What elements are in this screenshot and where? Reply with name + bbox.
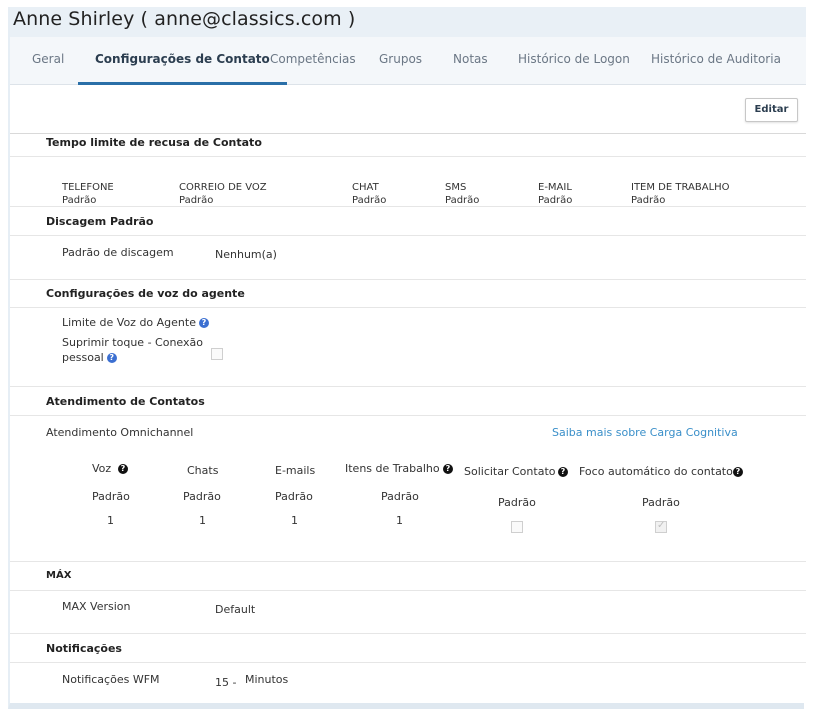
work-items-column-header: Itens de Trabalho	[345, 462, 440, 475]
voice-default: Padrão	[92, 490, 130, 503]
divider	[10, 662, 806, 663]
suppress-ring-row: pessoal?	[62, 351, 117, 364]
dialing-pattern-label: Padrão de discagem	[62, 246, 174, 259]
divider	[10, 386, 806, 387]
wfm-notifications-value: 15 -	[215, 676, 237, 689]
help-circle-icon[interactable]: ?	[199, 318, 209, 328]
voice-column-header: Voz	[92, 462, 112, 475]
tab-general[interactable]: Geral	[32, 37, 64, 85]
tab-notes[interactable]: Notas	[453, 37, 488, 85]
request-contact-header: Solicitar Contato	[464, 465, 556, 478]
title-bar: Anne Shirley ( anne@classics.com )	[10, 7, 806, 37]
page-title: Anne Shirley ( anne@classics.com )	[13, 8, 356, 30]
edit-button[interactable]: Editar	[745, 98, 798, 122]
chats-value: 1	[199, 514, 206, 527]
divider	[10, 206, 806, 207]
chats-default: Padrão	[183, 490, 221, 503]
help-circle-icon[interactable]: ?	[443, 464, 453, 474]
help-circle-icon[interactable]: ?	[118, 464, 128, 474]
contact-settings-panel: Anne Shirley ( anne@classics.com ) Geral…	[8, 7, 806, 709]
toolbar: Editar	[10, 85, 806, 134]
work-items-default: Padrão	[381, 490, 419, 503]
cognitive-load-link[interactable]: Saiba mais sobre Carga Cognitiva	[552, 426, 738, 439]
wfm-notifications-label: Notificações WFM	[62, 673, 160, 686]
divider	[10, 307, 806, 308]
refusal-timeout-title: Tempo limite de recusa de Contato	[46, 136, 262, 149]
divider	[10, 279, 806, 280]
emails-value: 1	[291, 514, 298, 527]
refusal-workitem-label: ITEM DE TRABALHO	[631, 182, 730, 193]
refusal-phone-label: TELEFONE	[62, 182, 114, 193]
divider	[10, 561, 806, 562]
suppress-ring-label-line1: Suprimir toque - Conexão	[62, 336, 203, 349]
voice-limit-label: Limite de Voz do Agente	[62, 316, 196, 329]
emails-column-header: E-mails	[275, 464, 316, 477]
auto-focus-default: Padrão	[642, 496, 680, 509]
divider	[10, 156, 806, 157]
suppress-ring-checkbox[interactable]	[211, 348, 223, 360]
chats-column-header: Chats	[187, 464, 219, 477]
help-circle-icon[interactable]: ?	[558, 467, 568, 477]
refusal-voicemail-label: CORREIO DE VOZ	[179, 182, 267, 193]
divider	[10, 415, 806, 416]
divider	[10, 633, 806, 634]
voice-settings-title: Configurações de voz do agente	[46, 287, 245, 300]
omnichannel-label: Atendimento Omnichannel	[46, 426, 194, 439]
tab-bar: Geral Configurações de Contato Competênc…	[10, 37, 806, 85]
auto-focus-checkbox[interactable]	[655, 520, 667, 533]
tab-skills[interactable]: Competências	[270, 37, 356, 85]
voice-value: 1	[107, 514, 114, 527]
tab-contact-settings[interactable]: Configurações de Contato	[78, 37, 287, 85]
help-circle-icon[interactable]: ?	[733, 467, 743, 477]
wfm-notifications-unit: Minutos	[245, 673, 289, 686]
refusal-sms-label: SMS	[445, 182, 467, 193]
tab-groups[interactable]: Grupos	[379, 37, 422, 85]
work-items-value: 1	[396, 514, 403, 527]
divider	[10, 590, 806, 591]
auto-focus-header: Foco automático do contato	[579, 465, 733, 478]
suppress-ring-label-line2: pessoal	[62, 351, 104, 364]
contact-handling-title: Atendimento de Contatos	[46, 395, 205, 408]
request-contact-default: Padrão	[498, 496, 536, 509]
dialing-pattern-value: Nenhum(a)	[215, 248, 277, 261]
voice-limit-row: Limite de Voz do Agente?	[62, 316, 209, 329]
refusal-chat-label: CHAT	[352, 182, 379, 193]
dialing-title: Discagem Padrão	[46, 215, 154, 228]
notifications-title: Notificações	[46, 642, 122, 655]
tab-logon-history[interactable]: Histórico de Logon	[518, 37, 630, 85]
help-circle-icon[interactable]: ?	[106, 353, 117, 363]
emails-default: Padrão	[275, 490, 313, 503]
divider	[10, 235, 806, 236]
request-contact-checkbox[interactable]	[511, 521, 523, 533]
max-version-label: MAX Version	[62, 600, 131, 613]
tab-audit-history[interactable]: Histórico de Auditoria	[651, 37, 781, 85]
max-version-value: Default	[215, 603, 256, 616]
max-title: MÁX	[46, 570, 72, 581]
refusal-email-label: E-MAIL	[538, 182, 572, 193]
